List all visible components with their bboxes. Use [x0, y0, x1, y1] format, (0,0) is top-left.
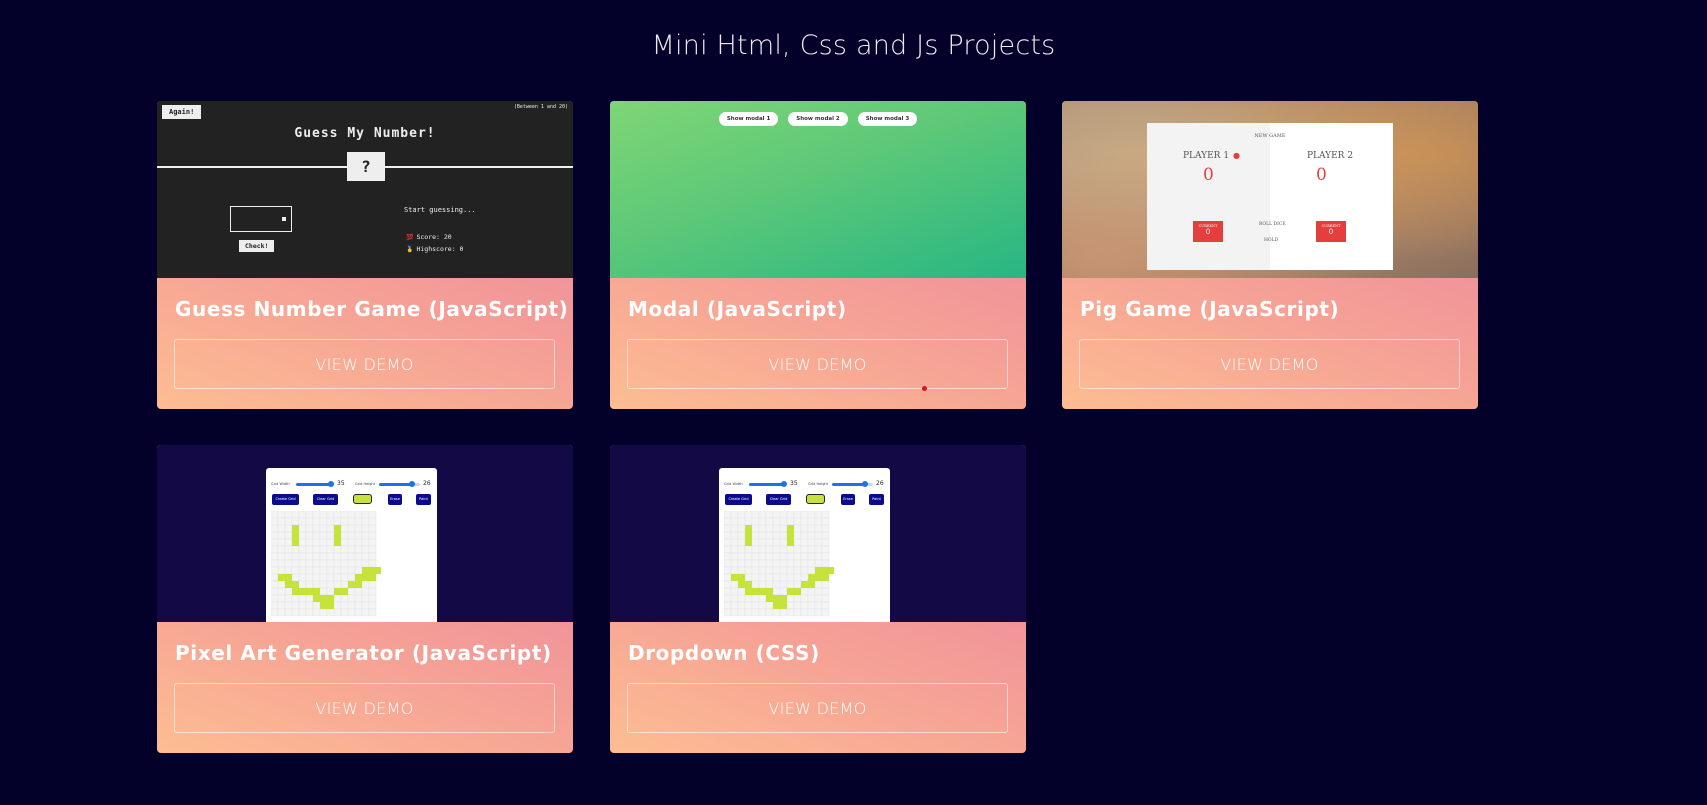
- active-player-dot-icon: ●: [1233, 151, 1241, 160]
- preview-color-swatch: [806, 494, 825, 504]
- preview-color-swatch: [353, 494, 372, 504]
- preview-show-modal-2: Show modal 2: [788, 112, 848, 126]
- preview-message: Start guessing...: [404, 206, 476, 214]
- preview-hold: HOLD: [1264, 238, 1279, 243]
- hundred-icon: 💯: [406, 234, 414, 241]
- view-demo-button[interactable]: VIEW DEMO: [627, 339, 1008, 389]
- guess-number-preview: Again! (Between 1 and 20) Guess My Numbe…: [157, 101, 573, 278]
- card-title: Dropdown (CSS): [628, 641, 820, 665]
- preview-roll-dice: ROLL DICE: [1259, 222, 1286, 227]
- preview-score: 💯 Score: 20: [406, 233, 452, 241]
- view-demo-button[interactable]: VIEW DEMO: [627, 683, 1008, 733]
- preview-current-1: CURRENT 0: [1193, 221, 1223, 242]
- preview-secret-box: ?: [347, 152, 385, 181]
- pixel-art-preview: Grid Width 35 Grid Height 26 Create Grid…: [157, 445, 573, 622]
- project-card-guess-number: Again! (Between 1 and 20) Guess My Numbe…: [157, 101, 573, 409]
- preview-again-button: Again!: [162, 105, 202, 119]
- preview-show-modal-3: Show modal 3: [857, 112, 918, 126]
- preview-check-button: Check!: [239, 240, 275, 252]
- modal-preview: Show modal 1 Show modal 2 Show modal 3: [610, 101, 1026, 278]
- preview-player-2: PLAYER 2: [1307, 151, 1354, 161]
- card-title: Modal (JavaScript): [628, 297, 847, 321]
- page-title: Mini Html, Css and Js Projects: [651, 30, 1056, 61]
- medal-icon: 🥇: [406, 246, 414, 253]
- card-title: Pig Game (JavaScript): [1080, 297, 1340, 321]
- preview-pixel-panel: Grid Width 35 Grid Height 26 Create Grid…: [266, 468, 437, 622]
- preview-player-1: PLAYER 1 ●: [1183, 151, 1241, 161]
- preview-score-1: 0: [1203, 165, 1214, 185]
- card-title: Guess Number Game (JavaScript): [175, 297, 569, 321]
- view-demo-button[interactable]: VIEW DEMO: [174, 339, 555, 389]
- preview-new-game: NEW GAME: [1254, 133, 1286, 139]
- preview-game-title: Guess My Number!: [294, 126, 436, 141]
- cursor-dot-icon: [922, 386, 927, 391]
- preview-pig-board: NEW GAME PLAYER 1 ● PLAYER 2 0 0 CURRENT 0…: [1147, 123, 1393, 270]
- project-card-dropdown: Grid Width 35 Grid Height 26 Create Grid…: [610, 445, 1026, 753]
- preview-pixel-panel: Grid Width 35 Grid Height 26 Create Grid…: [719, 468, 890, 622]
- project-card-pig-game: NEW GAME PLAYER 1 ● PLAYER 2 0 0 CURRENT 0…: [1062, 101, 1478, 409]
- card-title: Pixel Art Generator (JavaScript): [175, 641, 552, 665]
- view-demo-button[interactable]: VIEW DEMO: [1079, 339, 1460, 389]
- project-card-pixel-art: Grid Width 35 Grid Height 26 Create Grid…: [157, 445, 573, 753]
- pig-game-preview: NEW GAME PLAYER 1 ● PLAYER 2 0 0 CURRENT 0…: [1062, 101, 1478, 278]
- preview-pixel-grid: [724, 511, 834, 616]
- preview-current-2: CURRENT 0: [1316, 221, 1346, 242]
- project-card-modal: Show modal 1 Show modal 2 Show modal 3 M…: [610, 101, 1026, 409]
- preview-range-text: (Between 1 and 20): [513, 104, 568, 110]
- preview-show-modal-1: Show modal 1: [718, 112, 779, 126]
- dropdown-preview: Grid Width 35 Grid Height 26 Create Grid…: [610, 445, 1026, 622]
- preview-guess-input: [230, 206, 292, 232]
- preview-pixel-grid: [271, 511, 381, 616]
- view-demo-button[interactable]: VIEW DEMO: [174, 683, 555, 733]
- preview-score-2: 0: [1316, 165, 1327, 185]
- preview-highscore: 🥇 Highscore: 0: [406, 245, 464, 253]
